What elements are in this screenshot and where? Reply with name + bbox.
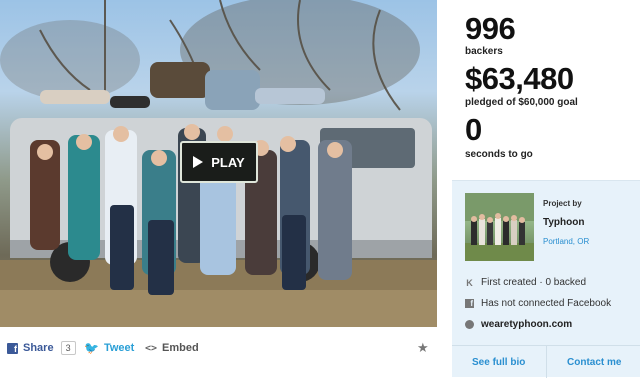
backers-label: backers	[465, 46, 503, 57]
facebook-icon: f	[7, 342, 18, 354]
creator-avatar[interactable]	[465, 193, 534, 261]
facebook-status-row: f Has not connected Facebook	[465, 298, 611, 309]
tweet-label: Tweet	[103, 342, 135, 354]
code-brackets-icon: <>	[145, 342, 158, 354]
twitter-bird-icon: 🐦	[84, 341, 99, 355]
time-remaining-label: seconds to go	[465, 149, 533, 160]
created-backed-text: First created · 0 backed	[481, 277, 587, 288]
backers-count: 996	[465, 11, 516, 46]
share-bar: f Share 3 🐦 Tweet <> Embed ★	[0, 335, 437, 361]
facebook-icon: f	[465, 299, 474, 308]
website-row[interactable]: wearetyphoon.com	[465, 319, 572, 330]
play-icon	[193, 156, 204, 168]
facebook-status-text: Has not connected Facebook	[481, 298, 612, 309]
creator-card: Project by Typhoon Portland, OR K First …	[452, 180, 640, 378]
see-full-bio-link[interactable]: See full bio	[472, 357, 525, 368]
share-count-badge: 3	[60, 341, 76, 355]
location-link[interactable]: Portland, OR	[543, 237, 589, 246]
creator-photo	[465, 193, 534, 261]
play-button[interactable]: PLAY	[180, 141, 258, 183]
kickstarter-k-icon: K	[466, 277, 473, 288]
pledged-label: pledged of $60,000 goal	[465, 97, 578, 108]
globe-icon	[465, 320, 474, 329]
project-by-label: Project by	[543, 199, 582, 208]
embed-button[interactable]: <> Embed	[145, 342, 199, 354]
pledged-amount: $63,480	[465, 61, 574, 96]
project-video[interactable]: PLAY	[0, 0, 437, 327]
embed-label: Embed	[162, 342, 199, 354]
contact-me-link[interactable]: Contact me	[567, 357, 621, 368]
card-vertical-divider	[546, 346, 547, 378]
star-icon[interactable]: ★	[417, 340, 429, 356]
facebook-share-button[interactable]: f Share 3	[7, 341, 76, 355]
facebook-share-label: Share	[23, 342, 54, 354]
play-label: PLAY	[211, 154, 245, 170]
tweet-button[interactable]: 🐦 Tweet	[84, 341, 134, 355]
created-backed-row: K First created · 0 backed	[465, 277, 586, 288]
website-link[interactable]: wearetyphoon.com	[481, 319, 572, 330]
creator-name-link[interactable]: Typhoon	[543, 217, 584, 228]
time-remaining-value: 0	[465, 112, 482, 147]
